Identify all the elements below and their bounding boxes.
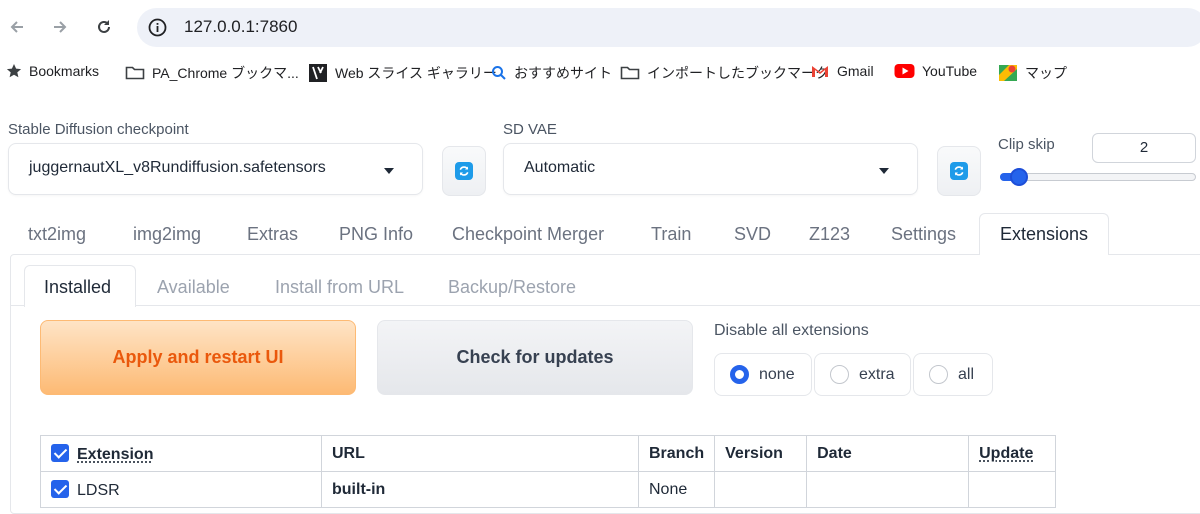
extensions-table: Extension URL Branch Version Date Update…	[40, 435, 1056, 508]
radio-selected-icon	[730, 365, 749, 384]
tab-z123[interactable]: Z123	[809, 224, 850, 245]
site-info-icon[interactable]	[148, 18, 167, 37]
arrow-left-icon	[8, 18, 26, 36]
chevron-down-icon	[384, 168, 394, 174]
back-button[interactable]	[4, 14, 30, 40]
search-icon	[491, 65, 507, 81]
header-version: Version	[715, 436, 807, 472]
active-subtab-gap	[25, 304, 135, 307]
reload-button[interactable]	[91, 14, 117, 40]
header-update-label: Update	[979, 445, 1033, 462]
tab-txt2img[interactable]: txt2img	[28, 224, 86, 245]
arrow-right-icon	[51, 18, 69, 36]
chevron-down-icon	[879, 168, 889, 174]
tab-extras[interactable]: Extras	[247, 224, 298, 245]
subtab-installed[interactable]: Installed	[44, 277, 111, 298]
check-for-updates-button[interactable]: Check for updates	[377, 320, 693, 395]
radio-unselected-icon	[929, 365, 948, 384]
bookmark-gmail[interactable]: Gmail	[810, 63, 874, 79]
apply-and-restart-button[interactable]: Apply and restart UI	[40, 320, 356, 395]
tab-checkpoint-merger[interactable]: Checkpoint Merger	[452, 224, 604, 245]
table-row: LDSR built-in None	[41, 472, 1056, 508]
cell-url: built-in	[322, 472, 639, 508]
tab-png-info[interactable]: PNG Info	[339, 224, 413, 245]
youtube-icon	[894, 63, 915, 79]
gmail-icon	[810, 63, 830, 79]
radio-none[interactable]: none	[714, 353, 812, 396]
select-all-checkbox[interactable]	[51, 444, 69, 462]
bookmark-pa-chrome[interactable]: PA_Chrome ブックマ...	[125, 63, 299, 83]
clip-skip-input[interactable]: 2	[1092, 133, 1196, 163]
header-extension-label: Extension	[77, 446, 153, 463]
cell-version	[715, 472, 807, 508]
refresh-icon	[455, 162, 473, 180]
folder-icon	[125, 65, 145, 81]
bookmark-recommended[interactable]: おすすめサイト	[491, 63, 612, 83]
reload-icon	[95, 18, 113, 36]
bookmark-youtube[interactable]: YouTube	[894, 63, 977, 79]
cell-date	[807, 472, 969, 508]
cell-update	[969, 472, 1056, 508]
header-update[interactable]: Update	[969, 436, 1056, 472]
subtab-divider	[10, 305, 1200, 306]
disable-extensions-label: Disable all extensions	[714, 322, 869, 340]
subtab-available[interactable]: Available	[157, 277, 230, 298]
radio-none-label: none	[759, 366, 795, 384]
refresh-icon	[950, 162, 968, 180]
header-url: URL	[322, 436, 639, 472]
header-extension[interactable]: Extension	[41, 436, 322, 472]
refresh-checkpoint-button[interactable]	[442, 146, 486, 196]
tab-svd[interactable]: SVD	[734, 224, 771, 245]
tab-train[interactable]: Train	[651, 224, 691, 245]
clip-skip-slider[interactable]	[1000, 173, 1196, 181]
extension-enabled-checkbox[interactable]	[51, 480, 69, 498]
refresh-vae-button[interactable]	[937, 146, 981, 196]
radio-extra-label: extra	[859, 366, 895, 384]
web-slice-icon	[308, 63, 328, 83]
active-tab-gap	[980, 253, 1108, 256]
bookmark-imported[interactable]: インポートしたブックマーク	[620, 63, 829, 83]
subtab-backup-restore[interactable]: Backup/Restore	[448, 277, 576, 298]
cell-extension[interactable]: LDSR	[41, 472, 322, 508]
tab-settings[interactable]: Settings	[891, 224, 956, 245]
address-bar[interactable]: 127.0.0.1:7860	[137, 8, 1200, 47]
maps-icon	[998, 63, 1018, 83]
vae-dropdown[interactable]: Automatic	[503, 143, 918, 195]
tab-extensions[interactable]: Extensions	[1000, 224, 1088, 245]
cell-branch: None	[639, 472, 715, 508]
vae-label: SD VAE	[503, 121, 557, 138]
url-text: 127.0.0.1:7860	[184, 17, 297, 37]
bookmark-bookmarks[interactable]: Bookmarks	[6, 63, 99, 79]
clip-skip-slider-thumb[interactable]	[1010, 168, 1028, 186]
checkpoint-value: juggernautXL_v8Rundiffusion.safetensors	[29, 159, 326, 177]
bookmark-web-slice[interactable]: Web スライス ギャラリー	[308, 63, 497, 83]
subtab-install-from-url[interactable]: Install from URL	[275, 277, 404, 298]
radio-unselected-icon	[830, 365, 849, 384]
bookmarks-bar: Bookmarks PA_Chrome ブックマ... Web スライス ギャラ…	[0, 57, 1200, 91]
radio-extra[interactable]: extra	[814, 353, 911, 396]
checkpoint-label: Stable Diffusion checkpoint	[8, 121, 189, 138]
radio-all[interactable]: all	[913, 353, 993, 396]
browser-toolbar: 127.0.0.1:7860	[0, 0, 1200, 55]
tab-img2img[interactable]: img2img	[133, 224, 201, 245]
header-date: Date	[807, 436, 969, 472]
star-icon	[6, 63, 22, 79]
clip-skip-label: Clip skip	[998, 136, 1055, 153]
checkpoint-dropdown[interactable]: juggernautXL_v8Rundiffusion.safetensors	[8, 143, 423, 195]
table-header-row: Extension URL Branch Version Date Update	[41, 436, 1056, 472]
header-branch: Branch	[639, 436, 715, 472]
vae-value: Automatic	[524, 159, 595, 177]
folder-icon	[620, 65, 640, 81]
forward-button[interactable]	[47, 14, 73, 40]
radio-all-label: all	[958, 366, 974, 384]
bookmark-maps[interactable]: マップ	[998, 63, 1067, 83]
extension-name: LDSR	[77, 482, 120, 499]
